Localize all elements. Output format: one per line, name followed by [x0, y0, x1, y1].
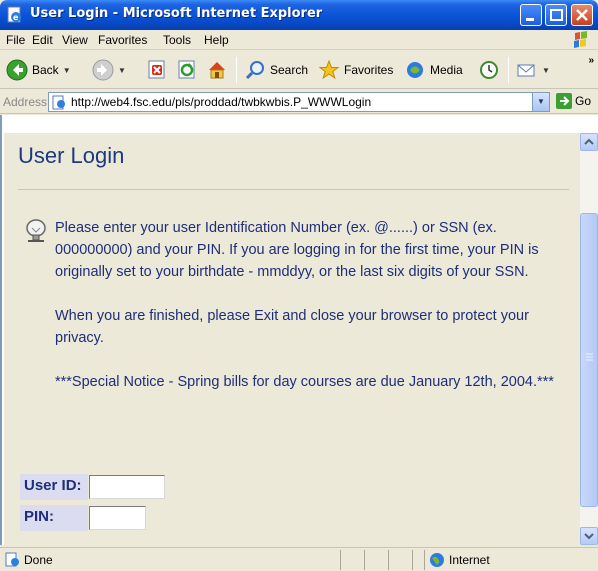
chevron-up-icon [584, 138, 594, 145]
media-button[interactable]: Media [404, 57, 463, 83]
minimize-button[interactable] [520, 4, 542, 26]
user-id-input[interactable] [89, 475, 165, 499]
info-lightbulb-icon [26, 219, 46, 242]
pin-label: PIN: [20, 505, 88, 531]
search-icon [245, 61, 264, 80]
menu-view[interactable]: View [62, 33, 88, 47]
pin-input[interactable] [89, 506, 146, 530]
back-arrow-icon [6, 59, 28, 81]
info-paragraph-login: Please enter your user Identification Nu… [55, 220, 539, 280]
refresh-icon [178, 60, 195, 79]
stop-icon [148, 60, 165, 79]
media-label: Media [430, 63, 463, 77]
search-button[interactable]: Search [244, 57, 308, 83]
home-button[interactable] [206, 57, 228, 83]
scroll-down-button[interactable] [580, 527, 598, 545]
history-icon [480, 61, 498, 79]
menu-file[interactable]: File [6, 33, 25, 47]
back-dropdown-icon[interactable]: ▼ [63, 66, 71, 75]
menu-edit[interactable]: Edit [32, 33, 53, 47]
status-panel [364, 550, 386, 570]
status-panel [388, 550, 410, 570]
window-title: User Login - Microsoft Internet Explorer [30, 6, 323, 21]
status-panel [340, 550, 362, 570]
menu-tools[interactable]: Tools [163, 33, 191, 47]
menu-help[interactable]: Help [204, 33, 229, 47]
close-button[interactable] [571, 4, 593, 26]
mail-dropdown-icon[interactable]: ▼ [542, 66, 550, 75]
browser-window: e User Login - Microsoft Internet Explor… [0, 0, 598, 571]
info-message: Please enter your user Identification Nu… [55, 217, 570, 415]
user-id-label: User ID: [20, 474, 88, 500]
go-label: Go [575, 94, 592, 108]
home-icon [209, 62, 225, 79]
status-panel [412, 550, 424, 570]
forward-arrow-icon [92, 59, 114, 81]
windows-logo-icon [574, 31, 587, 48]
maximize-icon [550, 9, 563, 21]
toolbar-separator [508, 57, 509, 83]
chevron-down-icon [584, 533, 594, 540]
status-text: Done [24, 553, 53, 567]
svg-text:e: e [13, 13, 19, 22]
minimize-icon [526, 18, 534, 21]
refresh-button[interactable] [176, 57, 198, 83]
favorites-star-icon [318, 59, 340, 80]
favorites-label: Favorites [344, 63, 394, 77]
back-button[interactable]: Back ▼ [6, 57, 71, 83]
address-label: Address [3, 95, 48, 109]
media-icon [407, 62, 423, 78]
toolbar-separator [236, 57, 237, 83]
internet-globe-icon [430, 553, 444, 567]
history-button[interactable] [478, 57, 500, 83]
go-arrow-icon [556, 93, 572, 109]
ie-page-icon: e [7, 6, 21, 23]
title-bar[interactable]: e User Login - Microsoft Internet Explor… [0, 0, 598, 30]
title-divider [18, 189, 569, 190]
content-top [0, 115, 598, 133]
page-done-icon [5, 552, 19, 567]
vertical-scrollbar[interactable] [580, 133, 598, 545]
forward-dropdown-icon[interactable]: ▼ [118, 66, 126, 75]
toolbar-overflow-icon[interactable]: » [588, 55, 594, 66]
back-label: Back [32, 63, 59, 77]
stop-button[interactable] [146, 57, 168, 83]
scroll-up-button[interactable] [580, 133, 598, 151]
content-frame-edge [0, 115, 4, 545]
mail-button[interactable]: ▼ [516, 57, 550, 83]
favorites-button[interactable]: Favorites [318, 57, 393, 83]
standard-toolbar: Back ▼ ▼ Search Favorites Media ▼ » [0, 51, 598, 89]
maximize-button[interactable] [545, 4, 567, 26]
address-dropdown-icon[interactable]: ▼ [532, 93, 549, 111]
info-paragraph-notice: ***Special Notice - Spring bills for day… [55, 374, 554, 390]
mail-icon [517, 64, 535, 77]
address-url: http://web4.fsc.edu/pls/proddad/twbkwbis… [71, 95, 372, 109]
address-input[interactable]: http://web4.fsc.edu/pls/proddad/twbkwbis… [48, 92, 550, 112]
grip-icon [586, 353, 593, 361]
search-label: Search [270, 63, 309, 77]
close-icon [576, 9, 588, 21]
go-button[interactable]: Go [556, 93, 591, 109]
status-bar: Done Internet [0, 547, 598, 571]
security-zone-label: Internet [449, 553, 490, 567]
scroll-thumb[interactable] [580, 213, 598, 507]
ie-page-icon [52, 95, 65, 110]
page-title: User Login [18, 143, 125, 168]
menu-bar: File Edit View Favorites Tools Help [0, 30, 598, 50]
address-bar: Address http://web4.fsc.edu/pls/proddad/… [0, 90, 598, 114]
menu-favorites[interactable]: Favorites [98, 33, 147, 47]
forward-button[interactable]: ▼ [92, 57, 126, 83]
info-paragraph-exit: When you are finished, please Exit and c… [55, 308, 529, 346]
